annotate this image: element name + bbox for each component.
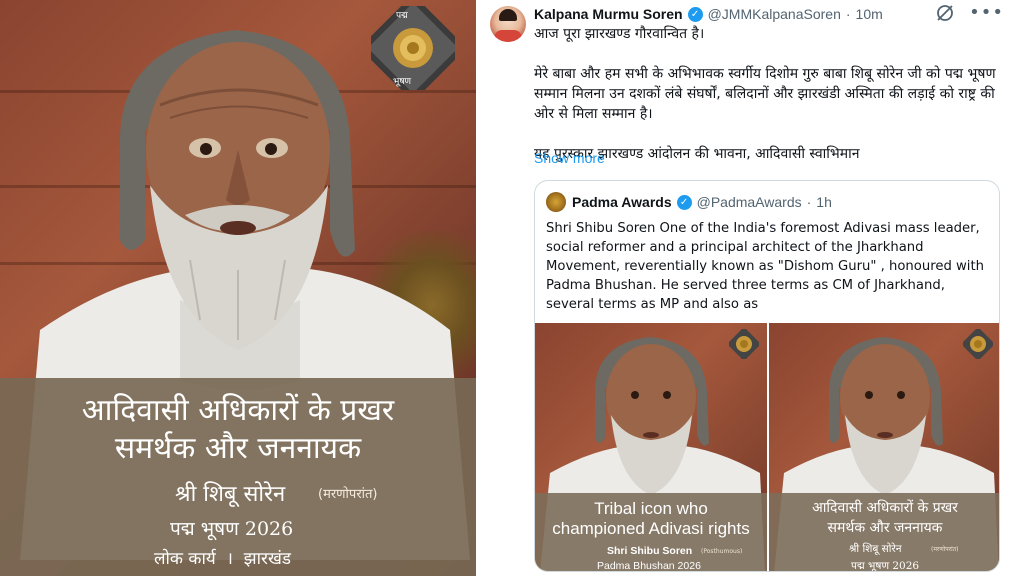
quote-author-name[interactable]: Padma Awards	[572, 194, 672, 210]
poster-name: श्री शिबू सोरेन	[175, 482, 286, 507]
quote-author-avatar[interactable]	[546, 192, 566, 212]
quote-image-english[interactable]: Tribal icon who championed Adivasi right…	[535, 323, 767, 572]
tweet-text: आज पूरा झारखण्ड गौरवान्वित है। मेरे बाबा…	[534, 24, 1012, 184]
image-caption-award: पद्म भूषण 2026	[851, 560, 920, 572]
avatar-hair	[499, 9, 517, 21]
tweet-actions: •••	[935, 3, 1004, 23]
poster-title-line2: समर्थक और जननायक	[114, 431, 362, 466]
poster-award: पद्म भूषण 2026	[170, 518, 294, 540]
quote-time[interactable]: 1h	[816, 194, 832, 210]
image-caption-name: श्री शिबू सोरेन	[849, 543, 902, 555]
tweet-paragraph: मेरे बाबा और हम सभी के अभिभावक स्वर्गीय …	[534, 66, 996, 122]
tweet-paragraph: आज पूरा झारखण्ड गौरवान्वित है।	[534, 26, 705, 42]
separator-dot: ·	[806, 194, 812, 210]
medal-text-bottom: भूषण	[393, 77, 412, 87]
author-avatar[interactable]	[490, 6, 526, 42]
author-name[interactable]: Kalpana Murmu Soren	[534, 6, 683, 22]
image-caption-line2: championed Adivasi rights	[552, 519, 750, 538]
padma-medal-icon	[371, 6, 455, 90]
grok-icon[interactable]	[935, 3, 955, 23]
image-caption-name-note: (मरणोपरांत)	[931, 546, 959, 553]
poster-field: लोक कार्य । झारखंड	[154, 549, 291, 569]
medal-text-top: पद्म	[396, 11, 408, 21]
image-caption-name-note: (Posthumous)	[701, 548, 743, 555]
tweet-card[interactable]: Kalpana Murmu Soren ✓ @JMMKalpanaSoren ·…	[476, 0, 1024, 576]
tweet-header: Kalpana Murmu Soren ✓ @JMMKalpanaSoren ·…	[534, 5, 883, 23]
quoted-tweet[interactable]: Padma Awards ✓ @PadmaAwards · 1h Shri Sh…	[534, 180, 1000, 572]
show-more-link[interactable]: Show more	[534, 150, 605, 166]
image-caption-line1: आदिवासी अधिकारों के प्रखर	[812, 500, 958, 516]
image-caption-name: Shri Shibu Soren	[607, 545, 693, 557]
padma-medal-icon	[963, 329, 993, 359]
padma-medal-icon	[729, 329, 759, 359]
avatar-sari	[494, 30, 522, 42]
quote-author-handle[interactable]: @PadmaAwards	[697, 194, 802, 210]
separator-dot: ·	[845, 6, 851, 22]
quote-image-hindi[interactable]: आदिवासी अधिकारों के प्रखर समर्थक और जनना…	[769, 323, 999, 572]
image-caption-line1: Tribal icon who	[594, 499, 708, 518]
tweet-paragraph: यह पुरस्कार झारखण्ड आंदोलन की भावना, आदि…	[534, 146, 860, 162]
verified-badge-icon: ✓	[676, 194, 692, 210]
verified-badge-icon: ✓	[687, 6, 703, 22]
tweet-time[interactable]: 10m	[856, 6, 883, 22]
poster-image: पद्म भूषण आदिवासी अधिकारों के प्रखर समर्…	[0, 0, 476, 576]
image-caption-line2: समर्थक और जननायक	[827, 520, 943, 536]
poster-title-line1: आदिवासी अधिकारों के प्रखर	[81, 393, 395, 428]
more-icon[interactable]: •••	[969, 4, 1004, 22]
quote-text: Shri Shibu Soren One of the India's fore…	[546, 221, 985, 312]
image-caption-award: Padma Bhushan 2026	[597, 560, 701, 572]
quote-header: Padma Awards ✓ @PadmaAwards · 1h	[572, 192, 832, 212]
author-handle[interactable]: @JMMKalpanaSoren	[708, 6, 841, 22]
poster-name-note: (मरणोपरांत)	[318, 487, 378, 502]
